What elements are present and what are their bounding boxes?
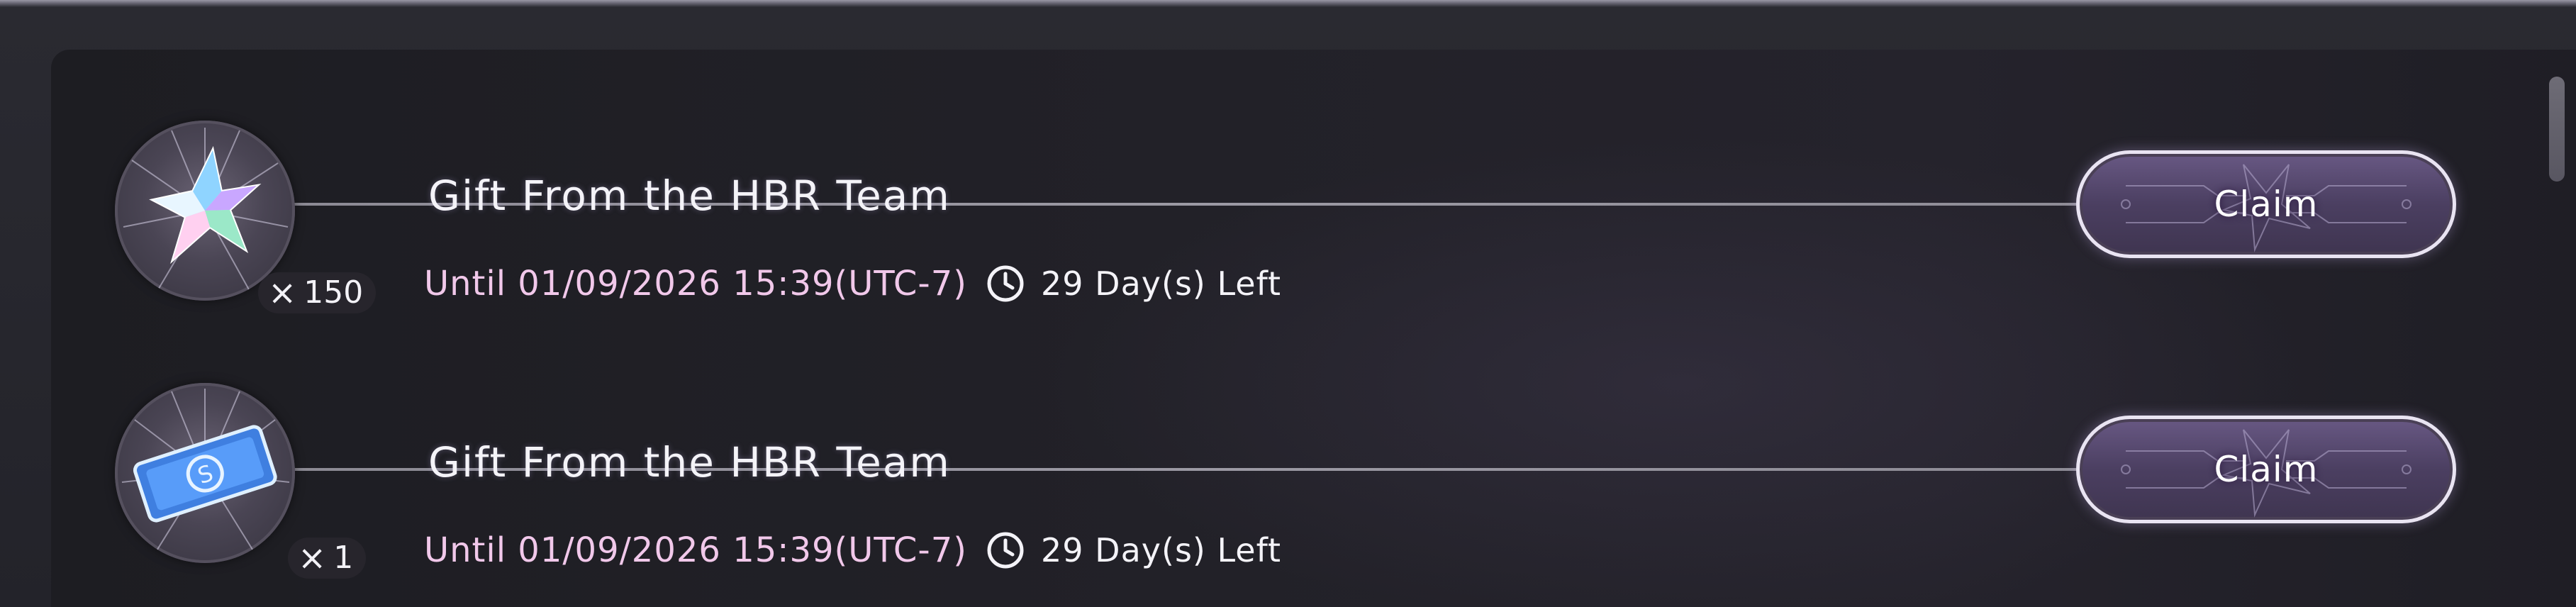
expiry-line: Until 01/09/2026 15:39(UTC-7) 29 Day(s) … <box>424 264 1281 304</box>
gift-list-panel: × 150 Gift From the HBR Team Until 01/09… <box>51 50 2576 607</box>
gift-title: Gift From the HBR Team <box>428 172 951 220</box>
multiply-icon: × <box>268 273 297 313</box>
gift-row: × 150 Gift From the HBR Team Until 01/09… <box>51 71 2533 313</box>
clock-icon <box>986 264 1025 304</box>
days-left: 29 Day(s) Left <box>1041 264 1282 303</box>
claim-button-label: Claim <box>2214 449 2319 490</box>
clock-icon <box>986 530 1025 570</box>
claim-button-label: Claim <box>2214 184 2319 225</box>
claim-button[interactable]: Claim <box>2076 150 2456 258</box>
expiry-line: Until 01/09/2026 15:39(UTC-7) 29 Day(s) … <box>424 530 1281 570</box>
quantity-badge: × 1 <box>288 538 367 579</box>
gift-title: Gift From the HBR Team <box>428 438 951 486</box>
days-left: 29 Day(s) Left <box>1041 531 1282 569</box>
ticket-icon: S <box>115 383 295 563</box>
quantity-value: 1 <box>333 540 354 576</box>
expiry-date: Until 01/09/2026 15:39(UTC-7) <box>424 530 968 570</box>
expiry-date: Until 01/09/2026 15:39(UTC-7) <box>424 264 968 304</box>
scrollbar-thumb[interactable] <box>2549 77 2565 182</box>
claim-button[interactable]: Claim <box>2076 416 2456 523</box>
multiply-icon: × <box>298 538 327 578</box>
top-edge-strip <box>0 0 2576 7</box>
gift-row: S × 1 Gift From the HBR Team Until 01/09… <box>51 338 2533 579</box>
scrollbar[interactable] <box>2549 71 2565 596</box>
quantity-badge: × 150 <box>258 272 377 313</box>
quantity-value: 150 <box>303 274 364 311</box>
